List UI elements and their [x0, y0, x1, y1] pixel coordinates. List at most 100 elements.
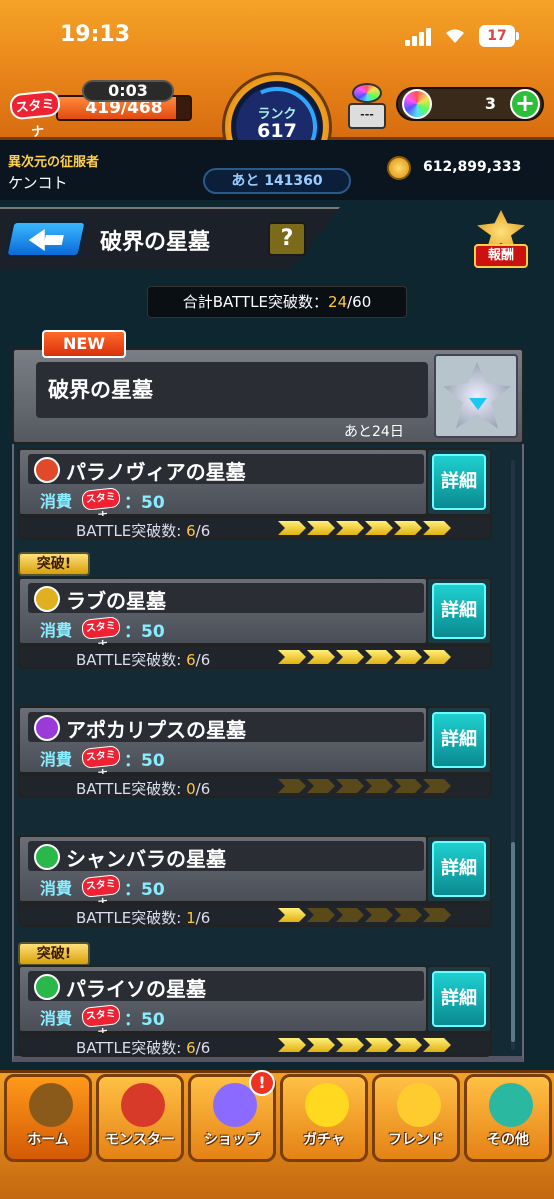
progress-total: /6	[195, 780, 211, 798]
battle-progress: BATTLE突破数: 1/6	[18, 903, 492, 927]
progress-chevron	[394, 1038, 422, 1052]
progress-text: BATTLE突破数: 0/6	[76, 778, 210, 799]
progress-total: /6	[195, 1039, 211, 1057]
player-title: 異次元の征服者	[8, 155, 100, 170]
detail-button-frame: 詳細	[426, 448, 492, 516]
progress-chevron	[423, 521, 451, 535]
nav-home[interactable]: ホーム	[4, 1074, 92, 1162]
stage-remaining: あと24日	[344, 424, 404, 440]
total-prefix: 合計BATTLE突破数：	[182, 293, 329, 311]
detail-button[interactable]: 詳細	[432, 971, 486, 1027]
player-name: ケンコト	[8, 174, 68, 192]
nav-label: ホーム	[27, 1132, 69, 1148]
quest-panel[interactable]: シャンバラの星墓 消費 スタミナ ：50	[18, 835, 428, 909]
quest-panel[interactable]: パライソの星墓 消費 スタミナ ：50	[18, 965, 428, 1039]
element-icon	[34, 974, 60, 1000]
progress-chevron	[423, 650, 451, 664]
stamina-icon: スタミナ	[81, 616, 121, 651]
quest-row[interactable]: パライソの星墓 消費 スタミナ ：50 詳細 BATTLE突破数: 6/6	[18, 965, 492, 1061]
progress-chevron	[394, 650, 422, 664]
status-time: 19:13	[60, 22, 131, 47]
detail-button[interactable]: 詳細	[432, 841, 486, 897]
cost-label: 消費	[40, 621, 73, 640]
quest-panel[interactable]: パラノヴィアの星墓 消費 スタミナ ：50	[18, 448, 428, 522]
notification-badge: !	[249, 1070, 275, 1096]
detail-button[interactable]: 詳細	[432, 583, 486, 639]
quest-row[interactable]: シャンバラの星墓 消費 スタミナ ：50 詳細 BATTLE突破数: 1/6	[18, 835, 492, 931]
nav-gacha[interactable]: ガチャ	[280, 1074, 368, 1162]
quest-name: シャンバラの星墓	[66, 847, 226, 871]
battle-progress: BATTLE突破数: 0/6	[18, 774, 492, 798]
cost-value: ：50	[124, 880, 165, 900]
orb-icon	[402, 89, 432, 119]
nav-friend[interactable]: フレンド	[372, 1074, 460, 1162]
progress-total: /6	[195, 651, 211, 669]
cost-label: 消費	[40, 879, 73, 898]
quest-panel[interactable]: ラブの星墓 消費 スタミナ ：50	[18, 577, 428, 651]
detail-button[interactable]: 詳細	[432, 712, 486, 768]
progress-chevron	[394, 779, 422, 793]
progress-text: BATTLE突破数: 6/6	[76, 1037, 210, 1058]
cost-value: ：50	[124, 751, 165, 771]
progress-chevron	[307, 908, 335, 922]
progress-value: 6	[186, 1039, 196, 1057]
progress-chevron	[278, 779, 306, 793]
nav-label: ショップ	[204, 1132, 260, 1148]
reward-label: 報酬	[474, 244, 528, 268]
nav-label: ガチャ	[303, 1132, 345, 1148]
scrollbar[interactable]	[511, 460, 515, 1050]
reward-button[interactable]: 報酬	[470, 210, 532, 272]
detail-button-frame: 詳細	[426, 835, 492, 903]
element-icon	[34, 715, 60, 741]
progress-chevron	[307, 650, 335, 664]
orb-box-icon[interactable]: ---	[344, 83, 390, 131]
nav-other[interactable]: その他	[464, 1074, 552, 1162]
element-icon	[34, 586, 60, 612]
quest-row[interactable]: アポカリプスの星墓 消費 スタミナ ：50 詳細 BATTLE突破数: 0/6	[18, 706, 492, 802]
progress-chevron	[423, 908, 451, 922]
progress-chevron	[336, 650, 364, 664]
progress-label: BATTLE突破数:	[76, 651, 182, 669]
progress-label: BATTLE突破数:	[76, 909, 182, 927]
orb-count: 3	[484, 94, 496, 113]
back-button[interactable]	[3, 220, 89, 258]
battle-progress: BATTLE突破数: 6/6	[18, 516, 492, 540]
progress-chevrons	[278, 779, 458, 795]
stamina-icon: スタミナ	[81, 745, 121, 780]
progress-total: /6	[195, 522, 211, 540]
progress-value: 0	[186, 780, 196, 798]
progress-chevrons	[278, 908, 458, 924]
progress-value: 1	[186, 909, 196, 927]
wifi-icon	[446, 29, 464, 43]
back-arrow-icon	[28, 229, 45, 251]
detail-button[interactable]: 詳細	[432, 454, 486, 510]
cost-label: 消費	[40, 750, 73, 769]
other-icon	[489, 1083, 533, 1127]
progress-chevron	[394, 908, 422, 922]
scrollbar-thumb[interactable]	[511, 842, 515, 1042]
cost-value: ：50	[124, 1010, 165, 1030]
orb-panel: 3 +	[396, 87, 544, 121]
progress-text: BATTLE突破数: 1/6	[76, 907, 210, 928]
quest-name: パラノヴィアの星墓	[66, 460, 246, 484]
help-button[interactable]: ?	[268, 222, 306, 256]
stage-star-icon	[434, 354, 518, 438]
progress-chevron	[336, 908, 364, 922]
stamina-icon: スタミナ	[81, 1004, 121, 1039]
total-battle-count: 合計BATTLE突破数：24/60	[147, 286, 407, 318]
progress-label: BATTLE突破数:	[76, 522, 182, 540]
progress-total: /6	[195, 909, 211, 927]
nav-label: モンスター	[105, 1132, 175, 1148]
quest-row[interactable]: ラブの星墓 消費 スタミナ ：50 詳細 BATTLE突破数: 6/6	[18, 577, 492, 673]
battle-progress: BATTLE突破数: 6/6	[18, 645, 492, 669]
cost-label: 消費	[40, 492, 73, 511]
page-title: 破界の星墓	[100, 229, 211, 255]
progress-text: BATTLE突破数: 6/6	[76, 649, 210, 670]
cost-value: ：50	[124, 493, 165, 513]
quest-panel[interactable]: アポカリプスの星墓 消費 スタミナ ：50	[18, 706, 428, 780]
nav-monster[interactable]: モンスター	[96, 1074, 184, 1162]
status-bar: 19:13 17	[0, 0, 554, 72]
quest-row[interactable]: パラノヴィアの星墓 消費 スタミナ ：50 詳細 BATTLE突破数: 6/6	[18, 448, 492, 544]
buy-orb-button[interactable]: +	[510, 89, 540, 119]
detail-button-frame: 詳細	[426, 577, 492, 645]
